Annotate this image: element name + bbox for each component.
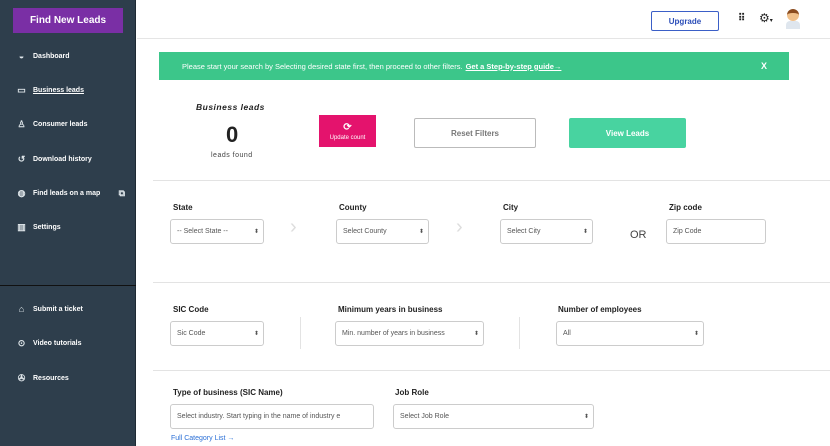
chevron-right-icon: › (290, 216, 297, 238)
select-arrows-icon: ⬍ (693, 331, 699, 337)
divider (519, 317, 520, 349)
employees-select[interactable]: All ⬍ (556, 321, 704, 346)
summary-title: Business leads (196, 102, 265, 112)
full-category-list-link[interactable]: Full Category List → (171, 435, 234, 442)
employees-value: All (563, 330, 571, 337)
sidebar-item-label: Submit a ticket (33, 306, 83, 313)
update-count-button[interactable]: ⟳ Update count (319, 115, 376, 147)
sidebar-item-submit-ticket[interactable]: ⌂ Submit a ticket (17, 305, 83, 314)
close-banner-button[interactable]: X (761, 61, 767, 71)
select-arrows-icon: ⬍ (583, 414, 589, 420)
sidebar-item-label: Consumer leads (33, 121, 88, 128)
sidebar-item-label: Dashboard (33, 53, 70, 60)
sidebar-item-video-tutorials[interactable]: ⊙ Video tutorials (17, 339, 82, 348)
years-label: Minimum years in business (338, 305, 443, 314)
county-select[interactable]: Select County ⬍ (336, 219, 429, 244)
history-icon: ↺ (17, 154, 26, 164)
divider (153, 370, 830, 371)
sidebar-item-dashboard[interactable]: ◒ Dashboard (17, 52, 70, 61)
state-label: State (173, 203, 193, 212)
job-role-label: Job Role (395, 388, 429, 397)
sic-code-label: SIC Code (173, 305, 209, 314)
employees-label: Number of employees (558, 305, 642, 314)
dashboard-icon: ◒ (18, 51, 25, 61)
step-by-step-guide-link[interactable]: Get a Step-by-step guide→ (466, 62, 562, 71)
sidebar-item-label: Find leads on a map (33, 190, 101, 197)
play-icon: ⊙ (17, 338, 26, 348)
update-count-label: Update count (329, 134, 366, 141)
external-link-icon: ⧉ (118, 188, 126, 198)
find-new-leads-button[interactable]: Find New Leads (13, 8, 123, 33)
chevron-right-icon: › (456, 216, 463, 238)
select-arrows-icon: ⬍ (253, 229, 259, 235)
sidebar-item-map[interactable]: ◍ Find leads on a map ⧉ (17, 189, 126, 198)
sidebar: Find New Leads ◒ Dashboard ▭ Business lead… (0, 0, 136, 446)
lifebuoy-icon: ✇ (17, 373, 26, 383)
sidebar-item-consumer-leads[interactable]: ♙ Consumer leads (17, 120, 87, 129)
city-label: City (503, 203, 519, 212)
zip-label: Zip code (669, 203, 702, 212)
ticket-icon: ⌂ (18, 304, 25, 314)
zip-placeholder: Zip Code (673, 228, 702, 235)
sidebar-item-label: Video tutorials (33, 340, 82, 347)
sic-code-select[interactable]: Sic Code ⬍ (170, 321, 264, 346)
gear-icon[interactable]: ⚙▾ (759, 11, 773, 25)
upgrade-button[interactable]: Upgrade (651, 11, 719, 31)
divider (300, 317, 301, 349)
divider (153, 282, 830, 283)
sidebar-item-label: Business leads (33, 87, 84, 94)
or-label: OR (630, 229, 647, 241)
select-arrows-icon: ⬍ (253, 331, 259, 337)
refresh-icon: ⟳ (343, 121, 352, 133)
lead-count: 0 (226, 122, 239, 147)
county-value: Select County (343, 228, 387, 235)
zip-code-input[interactable]: Zip Code (666, 219, 766, 244)
sidebar-item-label: Download history (33, 156, 92, 163)
select-arrows-icon: ⬍ (582, 229, 588, 235)
leads-found-caption: leads found (211, 152, 253, 159)
sic-value: Sic Code (177, 330, 206, 337)
sidebar-item-download-history[interactable]: ↺ Download history (17, 155, 92, 164)
job-role-value: Select Job Role (400, 413, 450, 420)
banner-text: Please start your search by Selecting de… (182, 61, 463, 71)
business-type-label: Type of business (SIC Name) (173, 388, 283, 397)
business-type-input[interactable]: Select industry. Start typing in the nam… (170, 404, 374, 429)
divider (153, 180, 830, 181)
globe-icon: ◍ (17, 188, 26, 198)
years-value: Min. number of years in business (342, 330, 445, 337)
county-label: County (339, 203, 367, 212)
select-arrows-icon: ⬍ (473, 331, 479, 337)
select-arrows-icon: ⬍ (418, 229, 424, 235)
settings-icon: ▥ (17, 222, 26, 232)
state-select[interactable]: -- Select State -- ⬍ (170, 219, 264, 244)
city-value: Select City (507, 228, 541, 235)
view-leads-button[interactable]: View Leads (569, 118, 686, 148)
business-type-placeholder: Select industry. Start typing in the nam… (177, 413, 341, 420)
info-banner: Please start your search by Selecting de… (159, 52, 789, 80)
sidebar-item-business-leads[interactable]: ▭ Business leads (17, 86, 84, 95)
briefcase-icon: ▭ (17, 85, 26, 95)
top-bar (137, 0, 830, 39)
job-role-select[interactable]: Select Job Role ⬍ (393, 404, 594, 429)
sidebar-item-label: Resources (33, 375, 69, 382)
state-value: -- Select State -- (177, 228, 228, 235)
sidebar-item-settings[interactable]: ▥ Settings (17, 222, 61, 232)
city-select[interactable]: Select City ⬍ (500, 219, 593, 244)
min-years-select[interactable]: Min. number of years in business ⬍ (335, 321, 484, 346)
avatar[interactable] (786, 9, 800, 31)
sidebar-item-label: Settings (33, 224, 61, 231)
sidebar-divider (0, 285, 136, 286)
sidebar-item-resources[interactable]: ✇ Resources (17, 374, 69, 383)
apps-grid-icon[interactable]: ⠿ (738, 13, 745, 24)
reset-filters-button[interactable]: Reset Filters (414, 118, 536, 148)
user-icon: ♙ (17, 119, 26, 129)
